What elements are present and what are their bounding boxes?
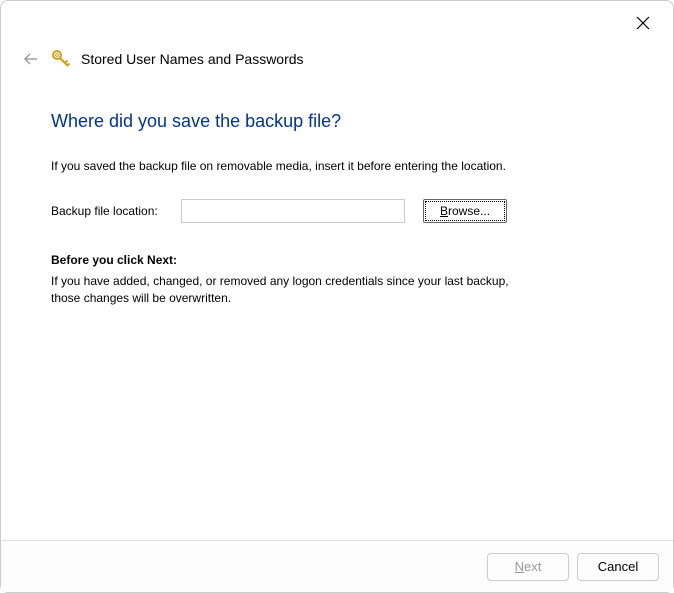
back-button[interactable] bbox=[21, 49, 41, 69]
header-title: Stored User Names and Passwords bbox=[81, 51, 304, 67]
page-heading: Where did you save the backup file? bbox=[51, 111, 623, 132]
key-icon bbox=[51, 49, 71, 69]
warning-heading: Before you click Next: bbox=[51, 253, 623, 267]
wizard-header: Stored User Names and Passwords bbox=[1, 1, 673, 69]
file-location-label: Backup file location: bbox=[51, 204, 163, 218]
wizard-footer: Next Cancel bbox=[1, 540, 673, 592]
warning-text: If you have added, changed, or removed a… bbox=[51, 273, 511, 307]
next-button[interactable]: Next bbox=[487, 553, 569, 581]
file-location-row: Backup file location: Browse... bbox=[51, 199, 623, 223]
file-location-input[interactable] bbox=[181, 199, 405, 223]
wizard-content: Where did you save the backup file? If y… bbox=[1, 69, 673, 306]
close-button[interactable] bbox=[631, 11, 655, 35]
instruction-text: If you saved the backup file on removabl… bbox=[51, 158, 511, 175]
cancel-button[interactable]: Cancel bbox=[577, 553, 659, 581]
browse-button[interactable]: Browse... bbox=[423, 199, 507, 223]
close-icon bbox=[636, 16, 650, 30]
back-arrow-icon bbox=[23, 51, 39, 67]
